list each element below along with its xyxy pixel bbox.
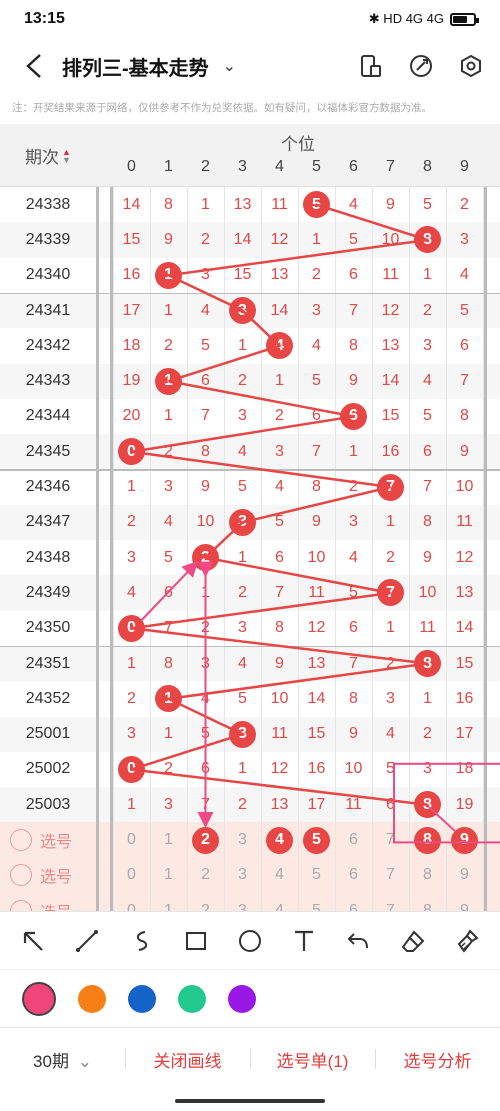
status-icons-text: ✱ HD 4G 4G (368, 11, 444, 26)
draw-pencil-icon[interactable] (406, 51, 436, 81)
color-green-swatch[interactable] (178, 984, 206, 1013)
settings-gear-icon[interactable] (456, 51, 486, 81)
color-orange-swatch[interactable] (78, 984, 106, 1013)
circle-tool-icon[interactable] (230, 921, 270, 961)
trend-table[interactable]: 24338 14 8 1 13 11 5 4 9 5 2 24339 15 9 2 14 12 1 5 10 8 3 243… (0, 124, 500, 911)
color-pink-swatch[interactable] (22, 981, 56, 1016)
undo-icon[interactable] (338, 921, 378, 961)
period-selector-label: 30期 (33, 1052, 69, 1071)
bottom-action-bar: 30期 ⌄ 关闭画线 选号单(1) 选号分析 (0, 1027, 500, 1091)
period-selector[interactable]: 30期 ⌄ (0, 1047, 125, 1072)
page-title[interactable]: 排列三-基本走势 (62, 52, 209, 81)
color-blue-swatch[interactable] (128, 984, 156, 1013)
title-chevron-down-icon[interactable]: ⌄ (223, 56, 236, 76)
trend-line (131, 203, 428, 806)
color-purple-swatch[interactable] (228, 984, 256, 1013)
header: 排列三-基本走势 ⌄ (0, 38, 500, 94)
home-indicator (175, 1099, 325, 1103)
period-chevron-down-icon: ⌄ (77, 1052, 92, 1071)
rectangle-tool-icon[interactable] (176, 921, 216, 961)
clear-brush-icon[interactable] (447, 921, 487, 961)
drawn-arrow[interactable] (140, 560, 199, 621)
back-arrow-icon (26, 54, 41, 78)
battery-icon (450, 12, 479, 26)
status-icons: ✱ HD 4G 4G (368, 11, 479, 27)
status-time: 13:15 (24, 10, 65, 27)
drawn-line[interactable] (428, 806, 457, 833)
status-bar: 13:15 ✱ HD 4G 4G (0, 0, 500, 38)
arrow-tool-icon[interactable] (13, 921, 53, 961)
notice-text: 注：开奖结果来源于网络，仅供参考不作为兑奖依据。如有疑问，以福体彩官方数据为准。 (12, 102, 432, 114)
line-tool-icon[interactable] (67, 921, 107, 961)
curve-tool-icon[interactable] (122, 921, 162, 961)
selection-analysis-button[interactable]: 选号分析 (375, 1047, 500, 1072)
back-button[interactable] (14, 46, 54, 86)
device-icon[interactable] (356, 51, 386, 81)
trend-lines-overlay (131, 203, 500, 844)
color-palette (0, 969, 500, 1027)
drawing-toolbar (0, 911, 500, 969)
eraser-icon[interactable] (393, 921, 433, 961)
selection-list-button[interactable]: 选号单(1) (250, 1047, 375, 1072)
text-tool-icon[interactable] (284, 921, 324, 961)
close-draw-button[interactable]: 关闭画线 (125, 1047, 250, 1072)
